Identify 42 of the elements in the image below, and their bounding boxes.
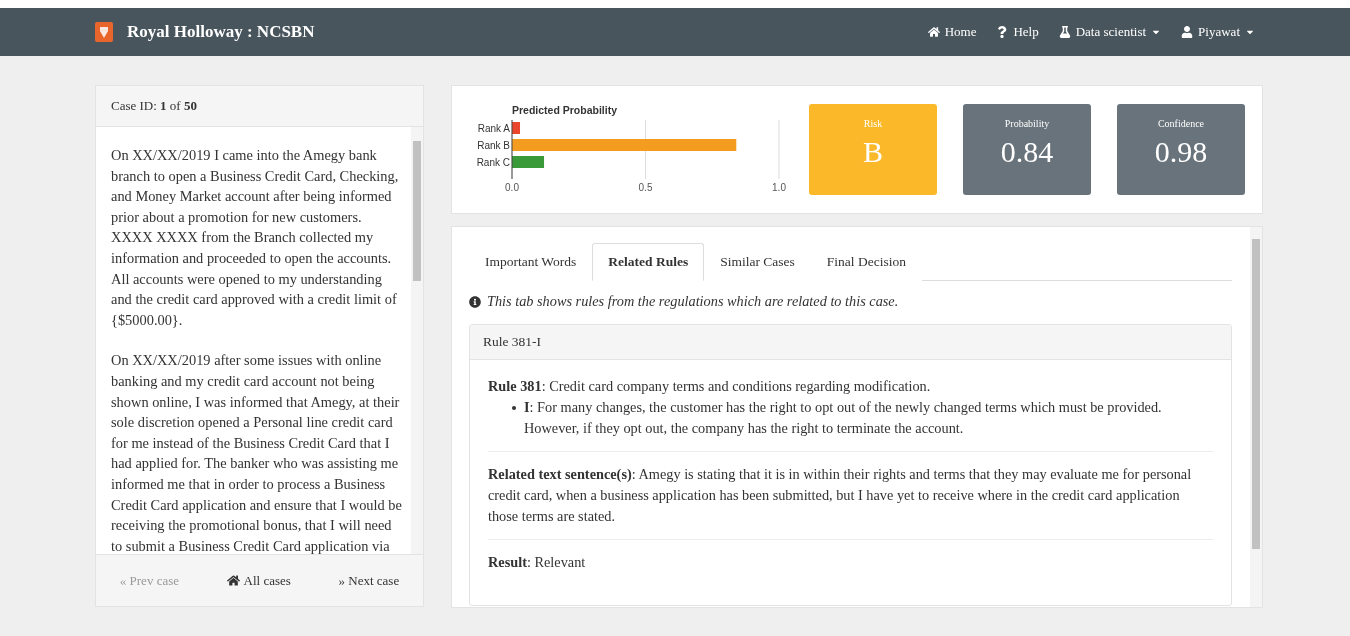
flask-icon <box>1058 26 1071 38</box>
case-nav-link[interactable]: » Next case <box>338 572 400 589</box>
stat-value: 0.98 <box>1154 135 1208 169</box>
category-label: Rank A <box>477 122 510 134</box>
user-icon <box>1181 26 1194 38</box>
stat-value: 0.84 <box>1000 135 1054 169</box>
home-icon <box>226 574 240 587</box>
stat-label: Confidence <box>1157 118 1205 129</box>
rule-clause: I: For many changes, the customer has the right to opt out of the newly changed terms which must be provided. However, if they opt out, the company has the right to terminate the account. <box>524 398 1163 438</box>
tab[interactable]: Related Rules <box>592 243 705 281</box>
result-text: Result: Relevant <box>488 553 587 572</box>
complaint-text: On XX/XX/2019 I came into the Amegy bank branch to open a Business Credit Card, Checking, and Money Market account after being informed prior about a promotion for new customers. XXXX XXXX from the Branch collected my information and proceeded to open the accounts. All accounts were opened to my understanding and the credit card approved with a credit limit of {$5000.00}. <box>111 146 400 330</box>
category-label: Rank B <box>477 139 510 151</box>
nav-link[interactable]: Data scientist <box>1058 24 1162 40</box>
chart-title: Predicted Probability <box>512 103 618 116</box>
rule-title: Rule 381-I <box>470 325 1231 360</box>
stat-label: Probability <box>1004 118 1050 129</box>
nav-link[interactable]: Piyawat <box>1181 24 1255 40</box>
case-nav-link[interactable]: All cases <box>226 572 291 589</box>
category-label: Rank C <box>476 156 510 168</box>
help-icon <box>996 26 1009 38</box>
complaint-text: On XX/XX/2019 after some issues with online banking and my credit card account not being shown online, I was informed that Amegy, at their sole discretion opened a Personal line credit card for me instead of the Business Credit Card that I had applied for. The banker who was assisting me informed me that in order to process a Business Credit Card application and ensure that I would be receiving the promotional bonus, that I will need to submit a Business Credit Card application via <box>111 351 403 554</box>
scrollbar[interactable] <box>1250 227 1262 607</box>
bar <box>512 155 545 168</box>
related-sentence: Related text sentence(s): Amegy is stating that it is in within their rights and terms that they may evaluate me for personal credit card, when a business application has been submitted, but I have yet to receive where in the credit card application those terms are stated. <box>488 465 1193 526</box>
rule-description: Rule 381: Credit card company terms and conditions regarding modification. <box>488 377 932 396</box>
bullet-icon <box>512 406 516 410</box>
info-text: This tab shows rules from the regulations which are related to this case. <box>487 293 899 310</box>
nav-link[interactable]: Help <box>996 24 1039 40</box>
bar <box>512 121 520 134</box>
stat-value: B <box>863 135 883 169</box>
axis-tick-label: 1.0 <box>772 181 786 193</box>
brand-title: Royal Holloway : NCSBN <box>127 22 316 42</box>
axis-tick-label: 0.5 <box>638 181 653 193</box>
crest-logo-icon <box>95 22 113 42</box>
stat-label: Risk <box>863 118 883 129</box>
info-icon <box>469 295 481 308</box>
home-icon <box>927 26 940 38</box>
nav-link[interactable]: Home <box>927 24 977 40</box>
scrollbar[interactable] <box>411 127 423 554</box>
case-id: Case ID: 1 of 50 <box>96 86 423 127</box>
axis-tick-label: 0.0 <box>505 181 519 193</box>
